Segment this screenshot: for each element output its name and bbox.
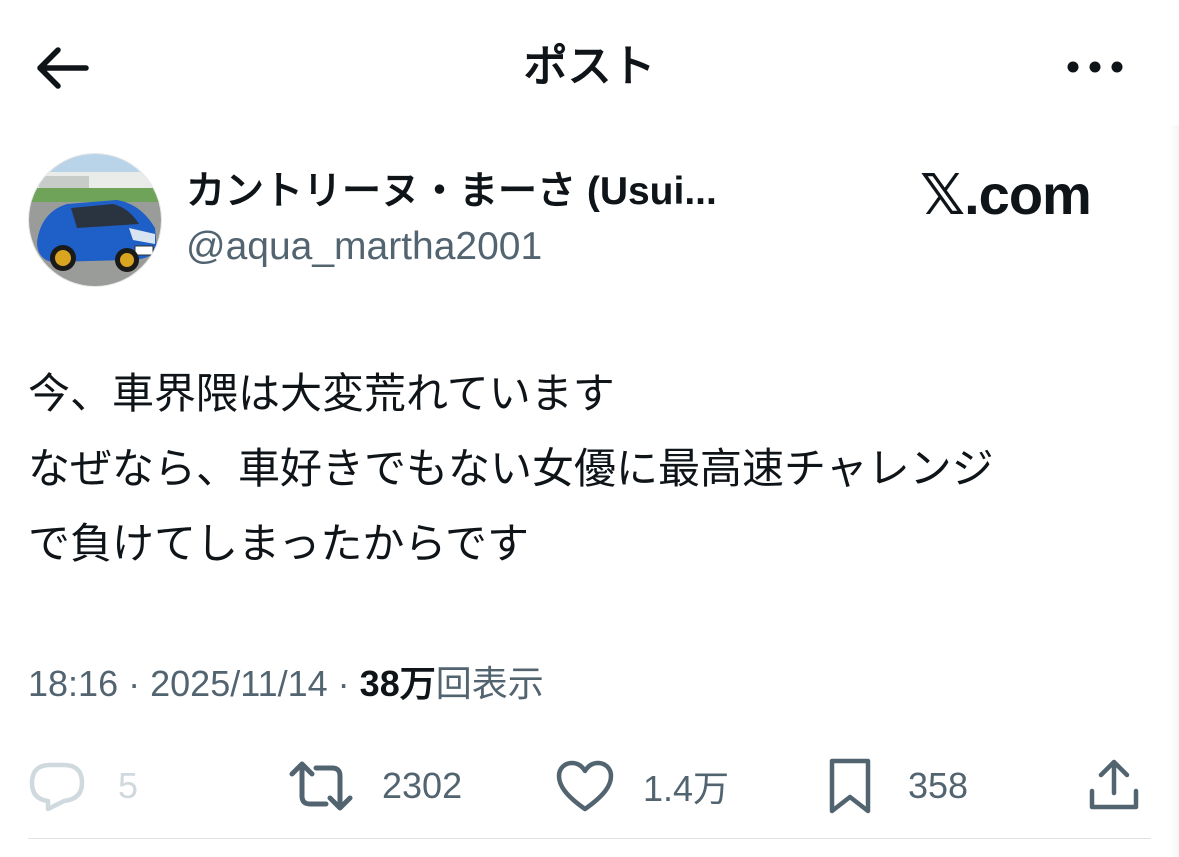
post-date[interactable]: 2025/11/14 xyxy=(150,663,328,704)
bookmark-icon xyxy=(829,758,871,814)
view-count: 38万 xyxy=(359,663,436,704)
more-icon xyxy=(1067,61,1123,73)
post-text-line-1: 今、車界隈は大変荒れています xyxy=(28,370,615,417)
divider xyxy=(28,838,1151,839)
share-icon xyxy=(1089,759,1139,810)
bookmark-count: 358 xyxy=(908,765,969,806)
heart-icon xyxy=(556,760,614,812)
like-button[interactable]: 1.4万 xyxy=(555,752,729,820)
x-watermark: 𝕏.com xyxy=(920,163,1092,226)
like-count: 1.4万 xyxy=(643,768,730,809)
repost-button[interactable]: 2302 xyxy=(288,752,462,820)
repost-icon xyxy=(289,761,353,811)
avatar-car-image xyxy=(29,154,161,286)
reply-button[interactable]: 5 xyxy=(28,752,138,820)
bookmark-button[interactable]: 358 xyxy=(826,752,968,820)
post-meta: 18:16 · 2025/11/14 · 38万回表示 xyxy=(28,657,544,711)
meta-separator: · xyxy=(128,663,141,704)
author-name[interactable]: カントリーヌ・まーさ (Usui... xyxy=(186,166,717,218)
post-text-line-2: なぜなら、車好きでもない女優に最高速チャレンジ xyxy=(28,445,994,492)
post-time[interactable]: 18:16 xyxy=(28,663,118,704)
page-title: ポスト xyxy=(523,42,656,91)
reply-icon xyxy=(29,762,85,812)
author-handle[interactable]: @aqua_martha2001 xyxy=(186,221,542,273)
repost-count: 2302 xyxy=(382,765,463,806)
meta-separator: · xyxy=(337,663,350,704)
more-button[interactable] xyxy=(1060,44,1130,90)
avatar[interactable] xyxy=(28,153,162,287)
post-text-line-3: で負けてしまったからです xyxy=(28,520,530,567)
reply-count: 5 xyxy=(118,765,139,806)
view-label: 回表示 xyxy=(435,663,544,704)
share-button[interactable] xyxy=(1084,754,1144,816)
scroll-edge xyxy=(1169,125,1179,857)
